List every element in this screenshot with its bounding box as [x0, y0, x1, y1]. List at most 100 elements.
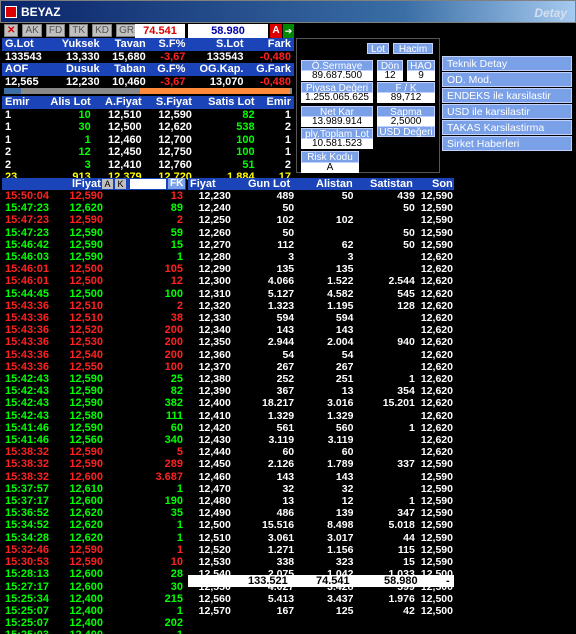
trade-time: 15:47:23: [5, 214, 50, 227]
book-cell: 5.018: [388, 519, 415, 532]
book-cell: [297, 227, 356, 239]
trade-time: 15:28:13: [5, 568, 50, 581]
book-row: 12,530 338 323 15 12,590: [188, 556, 456, 568]
book-cell: 12,590: [420, 470, 453, 483]
tool-button-ak[interactable]: AK: [22, 24, 42, 37]
trade-price: 12,400: [60, 629, 106, 634]
book-cell: 1.323: [267, 299, 295, 312]
hacim-button[interactable]: Hacim: [393, 43, 433, 55]
tool-button-tk[interactable]: TK: [69, 24, 89, 37]
trade-price: 12,590: [69, 397, 103, 410]
book-cell: 12,320: [198, 299, 231, 312]
trade-time: 15:30:53: [5, 556, 50, 569]
book-cell: [356, 483, 417, 495]
book-cell: 15.516: [262, 519, 295, 532]
trades-fk-button[interactable]: FK: [168, 178, 186, 189]
tool-button-fd[interactable]: FD: [45, 24, 66, 37]
trade-price: 12,590: [69, 214, 103, 227]
depth-cell: 12,500: [108, 121, 142, 133]
book-row: 12,570 167 125 42 12,500: [188, 605, 456, 617]
tool-button-kd[interactable]: KD: [92, 24, 113, 37]
book-header-son[interactable]: Son: [432, 178, 453, 190]
trade-row: 15:38:32 12,590 5: [2, 446, 186, 458]
depth-cell: 10: [78, 108, 91, 121]
trade-price: 12,620: [69, 507, 103, 520]
menu-teknik-detay[interactable]: Teknik Detay: [442, 56, 572, 71]
book-cell: 12,620: [420, 348, 453, 361]
trades-filter-input[interactable]: [130, 179, 166, 189]
trade-lot: 15: [170, 238, 183, 251]
book-cell: 12,620: [420, 373, 453, 386]
a-button[interactable]: A: [270, 24, 282, 38]
book-cell: 1.976: [388, 592, 415, 605]
trade-price: 12,610: [69, 482, 103, 495]
trades-k-button[interactable]: K: [115, 179, 126, 189]
trade-row: 15:38:32 12,600 3.687: [2, 471, 186, 483]
total-alistan: 74.541: [316, 575, 350, 587]
book-cell: 12,380: [198, 373, 231, 386]
trade-lot: 100: [164, 287, 183, 300]
book-cell: 561: [276, 421, 295, 434]
trade-row: 15:42:43 12,590 382: [2, 397, 186, 409]
tool-button-gr[interactable]: GR: [116, 24, 138, 37]
depth-cell: 12,590: [158, 108, 192, 121]
summary-header-row-1: G.Lot Yuksek Tavan S.F% S.Lot Fark: [2, 38, 294, 51]
detay-label[interactable]: Detay: [534, 6, 567, 20]
depth-cell: 100: [236, 133, 255, 146]
book-cell: 2.944: [267, 336, 295, 349]
book-cell: 12,500: [198, 519, 231, 532]
trade-row: 15:47:23 12,620 89: [2, 202, 186, 214]
trade-lot: 30: [170, 580, 183, 593]
trade-lot: 89: [170, 202, 183, 215]
book-header-gunlot[interactable]: Gun Lot: [248, 178, 290, 190]
depth-cell: 2: [284, 121, 291, 133]
depth-cell: 12: [78, 146, 91, 158]
book-cell: 135: [276, 263, 295, 276]
close-icon[interactable]: ✕: [4, 24, 19, 37]
trade-row: 15:50:04 12,590 13: [2, 190, 186, 202]
book-row: 12,380 252 251 1 12,620: [188, 373, 456, 385]
book-cell: 12,270: [198, 238, 231, 251]
book-header-satistan[interactable]: Satistan: [370, 178, 413, 190]
trade-row: 15:28:13 12,600 28: [2, 568, 186, 580]
lot-button[interactable]: Lot: [367, 43, 389, 55]
book-cell: 12,330: [198, 312, 231, 325]
trade-lot: 215: [164, 592, 183, 605]
book-row: 12,520 1.271 1.156 115 12,590: [188, 544, 456, 556]
trade-price: 12,590: [69, 238, 103, 251]
arrow-right-icon[interactable]: ➔: [283, 24, 294, 38]
depth-header: Emir: [5, 96, 30, 108]
book-row: 12,420 561 560 1 12,620: [188, 422, 456, 434]
trade-time: 15:43:36: [5, 312, 50, 325]
menu-takas[interactable]: TAKAS Karsilastirma: [442, 120, 572, 135]
trade-lot: 100: [164, 360, 183, 373]
usd-button[interactable]: USD Değeri: [377, 126, 435, 138]
book-cell: 50: [282, 202, 295, 215]
trade-row: 15:46:01 12,500 12: [2, 275, 186, 287]
book-cell: 50: [403, 238, 415, 251]
depth-header: Alis Lot: [50, 96, 91, 108]
summary-header: Fark: [267, 38, 291, 50]
book-cell: 1.156: [327, 543, 354, 556]
menu-endeks[interactable]: ENDEKS ile karsilastir: [442, 88, 572, 103]
trade-row: 15:25:34 12,400 215: [2, 593, 186, 605]
book-cell: 102: [335, 214, 354, 227]
book-header-alistan[interactable]: Alistan: [316, 178, 353, 190]
trade-price: 12,590: [69, 190, 103, 202]
book-cell: 1: [408, 495, 415, 508]
trade-price: 12,520: [69, 324, 103, 337]
book-cell: 323: [335, 556, 354, 569]
trades-a-button[interactable]: A: [102, 179, 113, 189]
menu-sirket-haberleri[interactable]: Sirket Haberleri: [442, 136, 572, 151]
book-cell: 102: [276, 214, 295, 227]
trade-time: 15:38:32: [5, 446, 50, 459]
book-header-fiyat[interactable]: Fiyat: [190, 178, 216, 190]
book-row: 12,240 50 50 12,590: [188, 202, 456, 214]
menu-usd[interactable]: USD ile karsilastir: [442, 104, 572, 119]
menu-od-mod[interactable]: OD. Mod.: [442, 72, 572, 87]
book-row: 12,400 18.217 3.016 15.201 12,620: [188, 397, 456, 409]
trade-time: 15:41:46: [5, 434, 50, 447]
trade-price: 12,600: [69, 495, 103, 508]
depth-cell: 51: [242, 158, 255, 171]
trade-lot: 105: [164, 263, 183, 276]
